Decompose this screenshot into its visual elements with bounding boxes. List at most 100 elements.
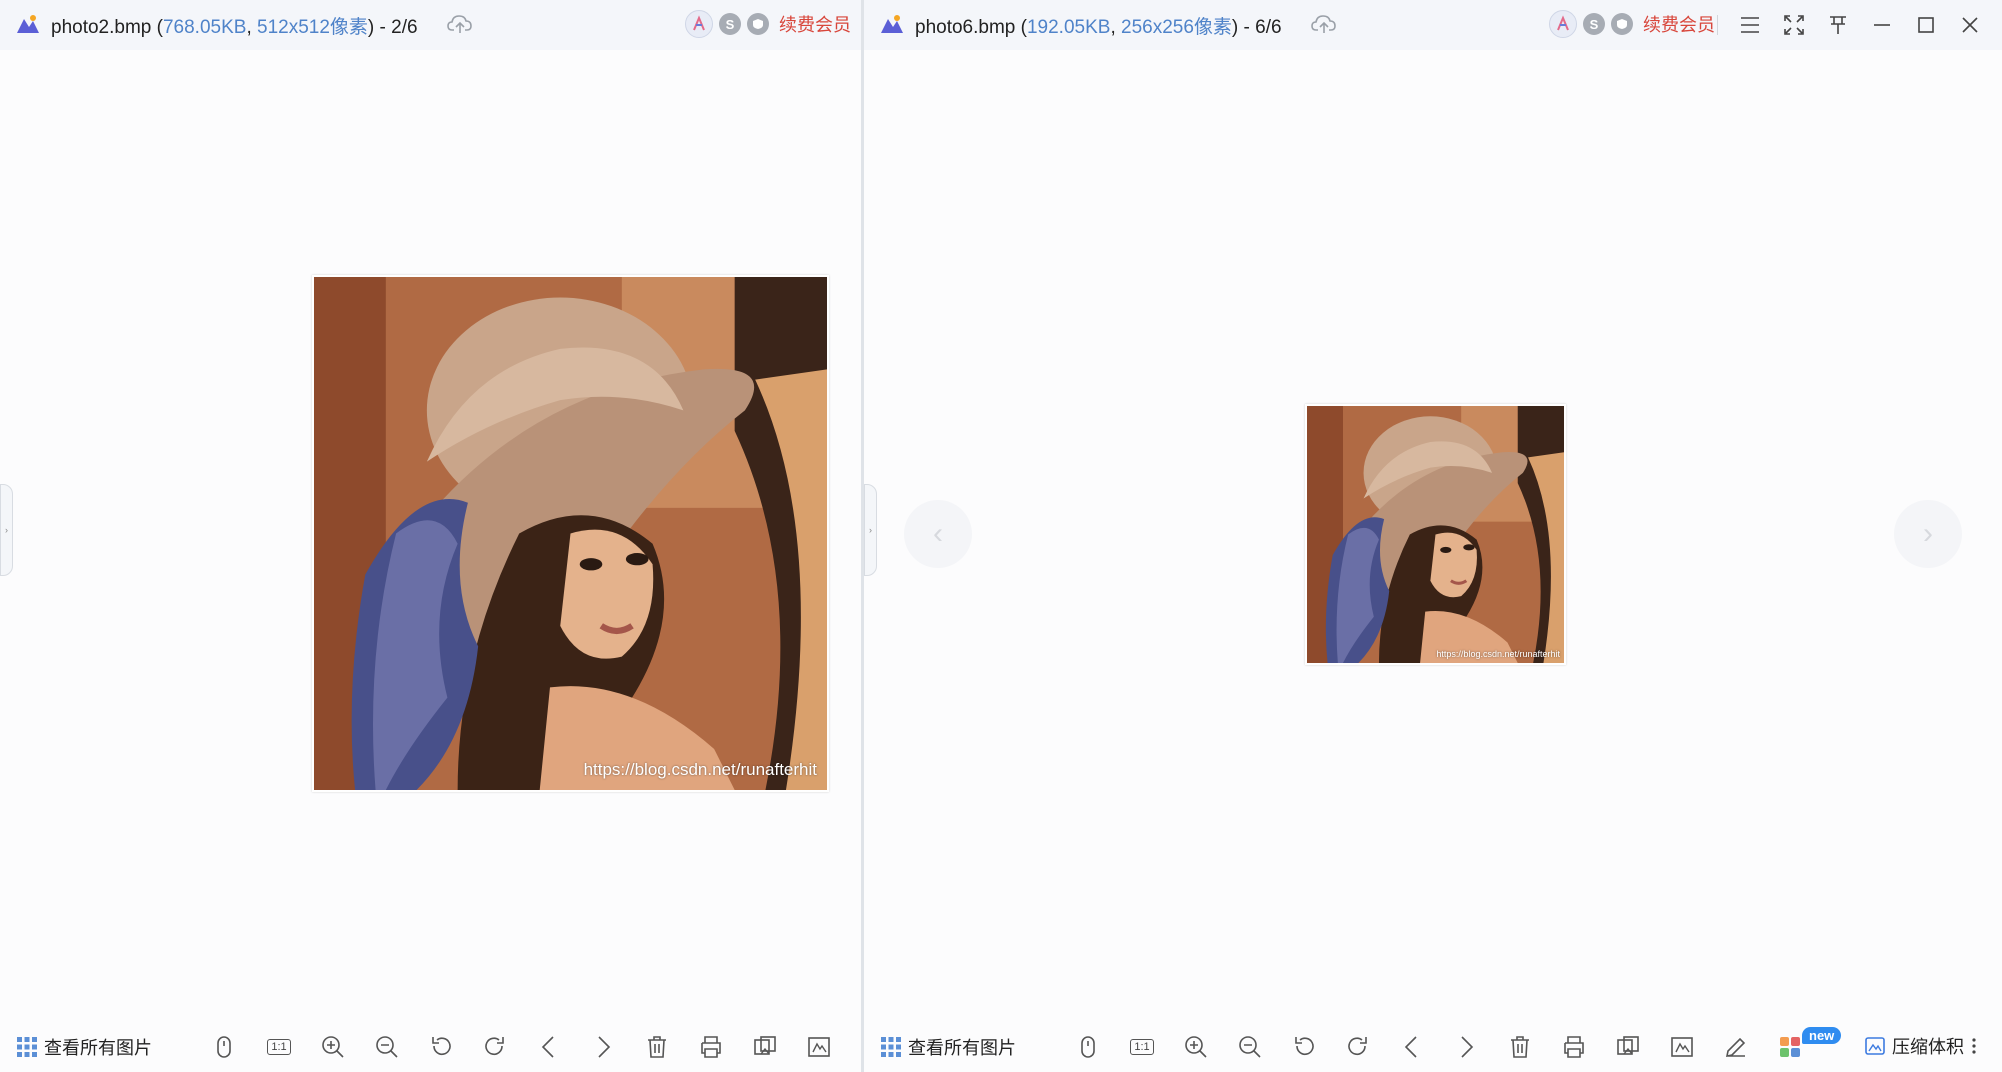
- right-photo-watermark: https://blog.csdn.net/runafterhit: [1436, 649, 1560, 659]
- right-filesize: 192.05KB: [1026, 17, 1111, 38]
- next-image-overlay-button[interactable]: ›: [1894, 500, 1962, 568]
- cloud-upload-icon[interactable]: [1311, 12, 1337, 36]
- right-apps-button[interactable]: new: [1776, 1027, 1842, 1061]
- compress-size-label: 压缩体积: [1892, 1037, 1964, 1057]
- right-rotate-left-button[interactable]: [1290, 1033, 1318, 1061]
- compare-images-icon: [1617, 1036, 1639, 1055]
- vip-shield-icon[interactable]: [747, 13, 769, 35]
- printer-icon: [701, 1036, 721, 1058]
- s-coin-icon[interactable]: S: [1583, 13, 1605, 35]
- right-delete-button[interactable]: [1506, 1033, 1534, 1061]
- left-renew-vip-link[interactable]: 续费会员: [779, 11, 851, 37]
- right-zoom-out-button[interactable]: [1236, 1033, 1264, 1061]
- fullscreen-icon: [1784, 15, 1804, 35]
- vip-shield-icon[interactable]: [1611, 13, 1633, 35]
- rotate-left-icon: [1295, 1037, 1314, 1056]
- left-photo-watermark: https://blog.csdn.net/runafterhit: [583, 760, 817, 779]
- user-avatar-icon[interactable]: [1549, 10, 1577, 38]
- compress-image-icon: [1865, 1037, 1885, 1055]
- left-next-button[interactable]: [589, 1033, 617, 1061]
- apps-grid-icon: [1780, 1037, 1800, 1057]
- left-account-icons: S 续费会员: [685, 10, 851, 38]
- right-photo-image: [1307, 406, 1564, 663]
- image-edit-icon: [1671, 1037, 1693, 1057]
- zoom-in-icon: [1185, 1036, 1207, 1058]
- rotate-right-icon: [485, 1037, 504, 1056]
- right-file-title: photo6.bmp (192.05KB, 256x256像素) - 6/6: [915, 17, 1282, 38]
- pin-icon: [1830, 16, 1846, 34]
- left-title-bar: photo2.bmp (768.05KB, 512x512像素) - 2/6 S…: [0, 0, 861, 50]
- minimize-icon: [1874, 24, 1890, 26]
- close-button[interactable]: [1948, 10, 1992, 40]
- zoom-out-icon: [1239, 1036, 1261, 1058]
- mouse-icon: [1081, 1036, 1095, 1058]
- left-position: 2/6: [391, 17, 418, 38]
- right-rotate-right-button[interactable]: [1344, 1033, 1372, 1061]
- left-rotate-left-button[interactable]: [427, 1033, 455, 1061]
- right-bottom-toolbar: 查看所有图片 1:1 new 压缩体积: [864, 1022, 2002, 1072]
- hamburger-menu-icon: [1741, 17, 1759, 33]
- trash-icon: [1511, 1036, 1529, 1058]
- chevron-right-icon: [1461, 1036, 1474, 1058]
- fullscreen-button[interactable]: [1772, 10, 1816, 40]
- compare-images-icon: [754, 1036, 776, 1055]
- left-edit-image-button[interactable]: [805, 1033, 833, 1061]
- right-zoom-in-button[interactable]: [1182, 1033, 1210, 1061]
- right-view-all-button[interactable]: 查看所有图片: [880, 1034, 1016, 1060]
- left-print-button[interactable]: [697, 1033, 725, 1061]
- left-bottom-toolbar: 查看所有图片 1:1: [0, 1022, 861, 1072]
- left-filesize: 768.05KB: [162, 17, 247, 38]
- right-annotate-button[interactable]: [1722, 1033, 1750, 1061]
- right-renew-vip-link[interactable]: 续费会员: [1643, 11, 1715, 37]
- right-title-bar: photo6.bmp (192.05KB, 256x256像素) - 6/6 S…: [864, 0, 2002, 50]
- rotate-right-icon: [1348, 1037, 1367, 1056]
- menu-button[interactable]: [1728, 10, 1772, 40]
- right-side-panel-toggle[interactable]: ›: [864, 484, 877, 576]
- right-account-icons: S 续费会员: [1549, 10, 1715, 38]
- s-coin-icon[interactable]: S: [719, 13, 741, 35]
- left-mouse-mode-button[interactable]: [210, 1033, 238, 1061]
- left-photo: https://blog.csdn.net/runafterhit: [312, 275, 829, 792]
- user-avatar-icon[interactable]: [685, 10, 713, 38]
- pencil-edit-icon: [1725, 1037, 1746, 1058]
- maximize-icon: [1918, 17, 1934, 33]
- more-vertical-icon[interactable]: [1970, 1036, 1978, 1056]
- zoom-in-icon: [322, 1036, 344, 1058]
- right-mouse-mode-button[interactable]: [1074, 1033, 1102, 1061]
- window-controls-separator: [1717, 15, 1718, 35]
- compress-size-button[interactable]: 压缩体积: [1864, 1033, 1978, 1059]
- right-next-button[interactable]: [1452, 1033, 1480, 1061]
- mouse-icon: [217, 1036, 231, 1058]
- left-actual-size-button[interactable]: 1:1: [265, 1033, 293, 1061]
- maximize-button[interactable]: [1904, 10, 1948, 40]
- left-file-title: photo2.bmp (768.05KB, 512x512像素) - 2/6: [51, 17, 418, 38]
- cloud-upload-icon[interactable]: [447, 12, 473, 36]
- left-viewer-pane: photo2.bmp (768.05KB, 512x512像素) - 2/6 S…: [0, 0, 861, 1072]
- right-print-button[interactable]: [1560, 1033, 1588, 1061]
- left-previous-button[interactable]: [535, 1033, 563, 1061]
- left-delete-button[interactable]: [643, 1033, 671, 1061]
- image-edit-icon: [808, 1037, 830, 1057]
- zoom-out-icon: [376, 1036, 398, 1058]
- left-zoom-out-button[interactable]: [373, 1033, 401, 1061]
- minimize-button[interactable]: [1860, 10, 1904, 40]
- left-compare-button[interactable]: [751, 1033, 779, 1061]
- previous-image-overlay-button[interactable]: ‹: [904, 500, 972, 568]
- close-icon: [1962, 17, 1978, 33]
- left-zoom-in-button[interactable]: [319, 1033, 347, 1061]
- new-badge: new: [1802, 1027, 1842, 1044]
- left-side-panel-toggle[interactable]: ›: [0, 484, 13, 576]
- window-controls: [1717, 10, 1992, 40]
- left-view-all-button[interactable]: 查看所有图片: [16, 1034, 152, 1060]
- pin-on-top-button[interactable]: [1816, 10, 1860, 40]
- printer-icon: [1564, 1036, 1584, 1058]
- chevron-left-icon: [1404, 1036, 1417, 1058]
- right-photo: https://blog.csdn.net/runafterhit: [1305, 404, 1566, 665]
- right-edit-image-button[interactable]: [1668, 1033, 1696, 1061]
- left-rotate-right-button[interactable]: [481, 1033, 509, 1061]
- right-compare-button[interactable]: [1614, 1033, 1642, 1061]
- right-actual-size-button[interactable]: 1:1: [1128, 1033, 1156, 1061]
- app-logo-icon: [17, 15, 39, 33]
- app-logo-icon: [881, 15, 903, 33]
- right-previous-button[interactable]: [1398, 1033, 1426, 1061]
